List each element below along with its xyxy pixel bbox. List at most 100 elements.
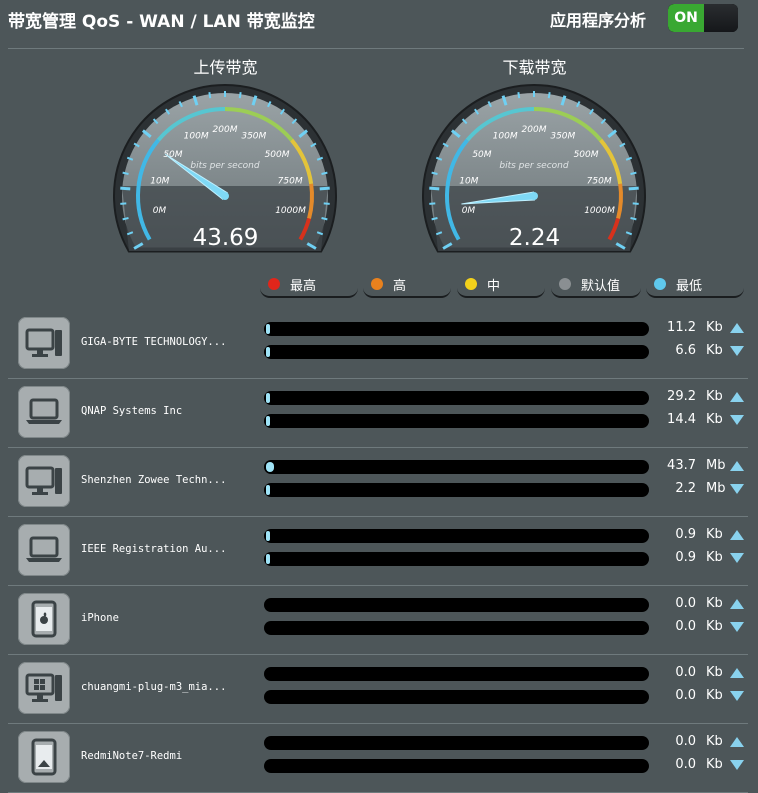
download-bar xyxy=(264,483,649,497)
gauge-scale-label: 1000M xyxy=(275,206,306,216)
device-row[interactable]: GIGA-BYTE TECHNOLOGY...11.2Kb6.6Kb xyxy=(8,310,748,379)
device-icon-box[interactable] xyxy=(18,317,70,369)
download-bar-fill xyxy=(266,347,270,357)
upload-bar-fill xyxy=(266,531,270,541)
page-title: 带宽管理 QoS - WAN / LAN 带宽监控 xyxy=(8,7,315,32)
download-bar xyxy=(264,690,649,704)
arrow-up-icon xyxy=(730,323,744,333)
gauge-scale-label: 500M xyxy=(265,150,290,160)
gauge-scale-label: 500M xyxy=(574,150,599,160)
upload-rate: 0.0 xyxy=(658,665,696,680)
upload-rate: 11.2 xyxy=(658,320,696,335)
gauge-scale-label: 200M xyxy=(213,125,238,135)
legend-dot xyxy=(559,278,571,290)
app-analysis-toggle[interactable]: ON xyxy=(668,4,738,32)
upload-unit: Kb xyxy=(706,389,723,404)
download-rate: 2.2 xyxy=(658,481,696,496)
upload-bar xyxy=(264,391,649,405)
device-row[interactable]: iPhone0.0Kb0.0Kb xyxy=(8,586,748,655)
arrow-up-icon xyxy=(730,392,744,402)
arrow-up-icon xyxy=(730,461,744,471)
legend-label: 最高 xyxy=(290,275,316,294)
windows-desktop-icon xyxy=(18,662,70,714)
arrow-down-icon xyxy=(730,622,744,632)
desktop-icon xyxy=(18,317,70,369)
device-row[interactable]: Shenzhen Zowee Techn...43.7Mb2.2Mb xyxy=(8,448,748,517)
gauge-scale-label: 0M xyxy=(462,206,476,216)
download-unit: Kb xyxy=(706,757,723,772)
gauge-scale-label: 350M xyxy=(241,132,266,142)
download-gauge-label: 下载带宽 xyxy=(417,54,652,78)
apple-phone-icon xyxy=(18,593,70,645)
arrow-down-icon xyxy=(730,691,744,701)
device-icon-box[interactable] xyxy=(18,593,70,645)
laptop-icon xyxy=(18,524,70,576)
arrow-up-icon xyxy=(730,599,744,609)
legend-dot xyxy=(371,278,383,290)
upload-bar xyxy=(264,736,649,750)
download-bar xyxy=(264,345,649,359)
download-unit: Mb xyxy=(706,481,725,496)
download-bar-fill xyxy=(266,554,270,564)
upload-unit: Kb xyxy=(706,320,723,335)
device-row[interactable]: QNAP Systems Inc 29.2 Kb 14.4 Kb xyxy=(8,379,748,448)
device-icon-box[interactable] xyxy=(18,662,70,714)
arrow-up-icon xyxy=(730,737,744,747)
gauge-scale-label: 350M xyxy=(550,132,575,142)
upload-gauge-value: 43.69 xyxy=(108,225,343,251)
android-phone-icon xyxy=(18,731,70,783)
laptop-icon xyxy=(18,386,70,438)
download-rate: 0.0 xyxy=(658,619,696,634)
gauge-scale-label: 0M xyxy=(153,206,167,216)
divider xyxy=(8,48,744,49)
download-unit: Kb xyxy=(706,412,723,427)
legend-dot xyxy=(268,278,280,290)
upload-rate: 29.2 xyxy=(658,389,696,404)
legend-item: 最低 xyxy=(646,274,744,298)
legend-item: 最高 xyxy=(260,274,358,298)
legend-label: 高 xyxy=(393,275,406,294)
device-icon-box[interactable] xyxy=(18,386,70,438)
arrow-down-icon xyxy=(730,346,744,356)
gauge-scale-label: 100M xyxy=(184,132,209,142)
device-row[interactable]: RedmiNote7-Redmi0.0Kb0.0Kb xyxy=(8,724,748,793)
legend-item: 高 xyxy=(363,274,451,298)
device-row[interactable]: chuangmi-plug-m3_mia...0.0Kb0.0Kb xyxy=(8,655,748,724)
upload-bar xyxy=(264,460,649,474)
arrow-down-icon xyxy=(730,415,744,425)
upload-bar xyxy=(264,529,649,543)
gauge-scale-label: 10M xyxy=(459,176,478,186)
device-icon-box[interactable] xyxy=(18,455,70,507)
download-gauge-value: 2.24 xyxy=(417,225,652,251)
upload-rate: 0.0 xyxy=(658,734,696,749)
legend-item: 默认值 xyxy=(551,274,641,298)
download-bar xyxy=(264,414,649,428)
download-rate: 14.4 xyxy=(658,412,696,427)
device-icon-box[interactable] xyxy=(18,731,70,783)
download-bar xyxy=(264,552,649,566)
device-name: iPhone xyxy=(81,612,119,624)
device-name: GIGA-BYTE TECHNOLOGY... xyxy=(81,336,226,348)
device-row[interactable]: IEEE Registration Au...0.9Kb0.9Kb xyxy=(8,517,748,586)
download-bar-fill xyxy=(266,485,270,495)
download-unit: Kb xyxy=(706,343,723,358)
device-name: Shenzhen Zowee Techn... xyxy=(81,474,226,486)
upload-unit: Kb xyxy=(706,527,723,542)
download-rate: 0.9 xyxy=(658,550,696,565)
legend-label: 最低 xyxy=(676,275,702,294)
upload-bar-fill xyxy=(266,462,274,472)
upload-gauge: 上传带宽 0M10M50M100M200M350M500M750M1000Mbi… xyxy=(108,50,343,265)
gauge-scale-label: 10M xyxy=(150,176,169,186)
device-name: RedmiNote7-Redmi xyxy=(81,750,182,762)
device-name: QNAP Systems Inc xyxy=(81,405,182,417)
upload-rate: 0.9 xyxy=(658,527,696,542)
upload-rate: 43.7 xyxy=(658,458,696,473)
upload-bar xyxy=(264,667,649,681)
legend-label: 默认值 xyxy=(581,275,620,294)
gauge-scale-label: 50M xyxy=(472,150,491,160)
arrow-down-icon xyxy=(730,553,744,563)
arrow-up-icon xyxy=(730,530,744,540)
device-icon-box[interactable] xyxy=(18,524,70,576)
legend-label: 中 xyxy=(487,275,500,294)
legend-dot xyxy=(465,278,477,290)
